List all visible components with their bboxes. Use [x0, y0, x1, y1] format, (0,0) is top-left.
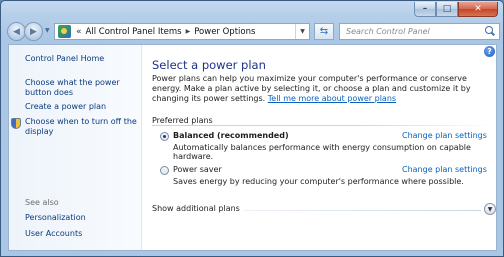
section-divider: [152, 125, 496, 126]
sidebar-control-panel-home[interactable]: Control Panel Home: [25, 54, 137, 64]
power-saver-change-settings-link[interactable]: Change plan settings: [402, 165, 487, 174]
caption-buttons: – □ ✕: [414, 2, 498, 18]
tell-me-more-link[interactable]: Tell me more about power plans: [268, 94, 396, 103]
forward-arrow-icon: ▶: [30, 26, 37, 37]
address-dropdown-icon[interactable]: ▼: [295, 24, 309, 39]
sidebar-user-accounts[interactable]: User Accounts: [25, 229, 137, 239]
content-area: Control Panel Home Choose what the power…: [8, 44, 497, 251]
search-box[interactable]: [339, 23, 500, 40]
show-more-divider: [243, 210, 481, 211]
search-icon[interactable]: [483, 25, 497, 39]
sidebar-power-button[interactable]: Choose what the power button does: [25, 78, 137, 98]
control-panel-icon: [58, 25, 71, 38]
maximize-button[interactable]: □: [436, 2, 458, 17]
address-bar[interactable]: « All Control Panel Items ▶ Power Option…: [54, 23, 310, 40]
power-saver-radio[interactable]: [160, 166, 169, 175]
sidebar-turn-off-display[interactable]: Choose when to turn off the display: [25, 117, 137, 137]
close-button[interactable]: ✕: [458, 2, 498, 17]
power-saver-plan-name[interactable]: Power saver: [173, 165, 222, 174]
breadcrumb-power-options[interactable]: Power Options: [194, 27, 255, 37]
intro-text: Power plans can help you maximize your c…: [152, 74, 492, 104]
expand-chevron-icon[interactable]: ▼: [484, 203, 496, 215]
show-additional-plans[interactable]: Show additional plans: [152, 204, 240, 213]
page-title: Select a power plan: [152, 58, 266, 72]
power-saver-plan-description: Saves energy by reducing your computer's…: [173, 177, 464, 186]
balanced-plan-description: Automatically balances performance with …: [173, 143, 471, 161]
navigation-bar: ◀ ▶ ▼ « All Control Panel Items ▶ Power …: [5, 22, 500, 42]
minimize-button[interactable]: –: [414, 2, 436, 17]
uac-shield-icon: [11, 118, 21, 129]
breadcrumb-separator-icon[interactable]: ▶: [186, 28, 191, 35]
sidebar-personalization[interactable]: Personalization: [25, 213, 137, 223]
refresh-button[interactable]: ⇆: [314, 23, 334, 40]
power-options-window: – □ ✕ ◀ ▶ ▼ « All Control Panel Items ▶ …: [0, 0, 504, 257]
refresh-icon: ⇆: [319, 26, 329, 37]
balanced-change-settings-link[interactable]: Change plan settings: [402, 131, 487, 140]
sidebar-create-power-plan[interactable]: Create a power plan: [25, 102, 137, 112]
see-also-heading: See also: [25, 198, 59, 207]
task-pane: Control Panel Home Choose what the power…: [9, 45, 142, 250]
breadcrumb-overflow[interactable]: «: [76, 27, 82, 37]
breadcrumb-all-items[interactable]: All Control Panel Items: [86, 27, 182, 37]
back-arrow-icon: ◀: [13, 26, 20, 37]
preferred-plans-heading: Preferred plans: [152, 116, 213, 125]
balanced-plan-name[interactable]: Balanced (recommended): [173, 131, 289, 140]
help-icon[interactable]: ?: [484, 46, 495, 57]
forward-button[interactable]: ▶: [24, 22, 43, 41]
recent-pages-dropdown[interactable]: ▼: [45, 27, 53, 35]
search-input[interactable]: [340, 24, 483, 39]
main-pane: ? Select a power plan Power plans can he…: [142, 45, 496, 250]
balanced-radio[interactable]: [160, 132, 169, 141]
